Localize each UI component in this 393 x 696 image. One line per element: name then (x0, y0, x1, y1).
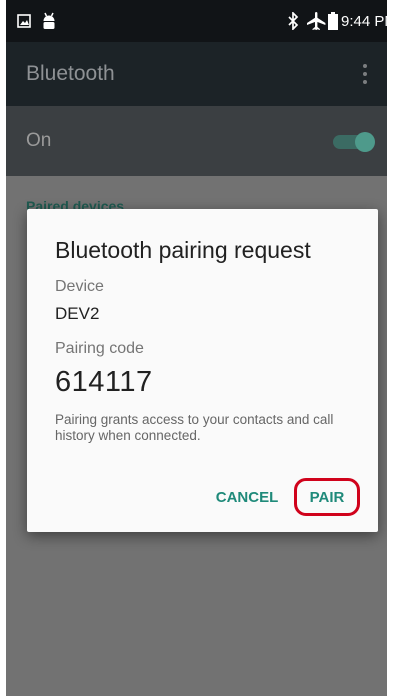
device-label: Device (55, 278, 104, 295)
bluetooth-toggle-thumb[interactable] (355, 132, 375, 152)
bluetooth-toggle-row[interactable]: On (6, 106, 387, 176)
screen-frame-right (387, 0, 393, 696)
pairing-note: Pairing grants access to your contacts a… (55, 412, 334, 443)
app-bar: Bluetooth (6, 42, 387, 106)
pairing-code-label: Pairing code (55, 340, 144, 357)
status-bar: 9:44 PM (6, 0, 387, 42)
toggle-label: On (26, 130, 52, 151)
bluetooth-icon (285, 0, 301, 42)
picture-icon (16, 0, 32, 42)
pairing-code-value: 614117 (55, 366, 153, 398)
screen-frame-left (0, 0, 6, 696)
page-title: Bluetooth (26, 62, 115, 85)
pair-button[interactable]: PAIR (294, 478, 360, 516)
dialog-title: Bluetooth pairing request (55, 237, 311, 263)
more-vert-icon[interactable] (345, 54, 385, 94)
android-icon (41, 0, 57, 42)
phone-screen: 9:44 PM Bluetooth On Paired devices Blue… (6, 0, 387, 696)
battery-icon (328, 0, 338, 42)
device-value: DEV2 (55, 304, 100, 323)
airplane-mode-icon (306, 0, 326, 42)
status-time: 9:44 PM (341, 12, 387, 30)
pairing-dialog: Bluetooth pairing request Device DEV2 Pa… (27, 209, 378, 532)
cancel-button[interactable]: CANCEL (197, 477, 297, 517)
